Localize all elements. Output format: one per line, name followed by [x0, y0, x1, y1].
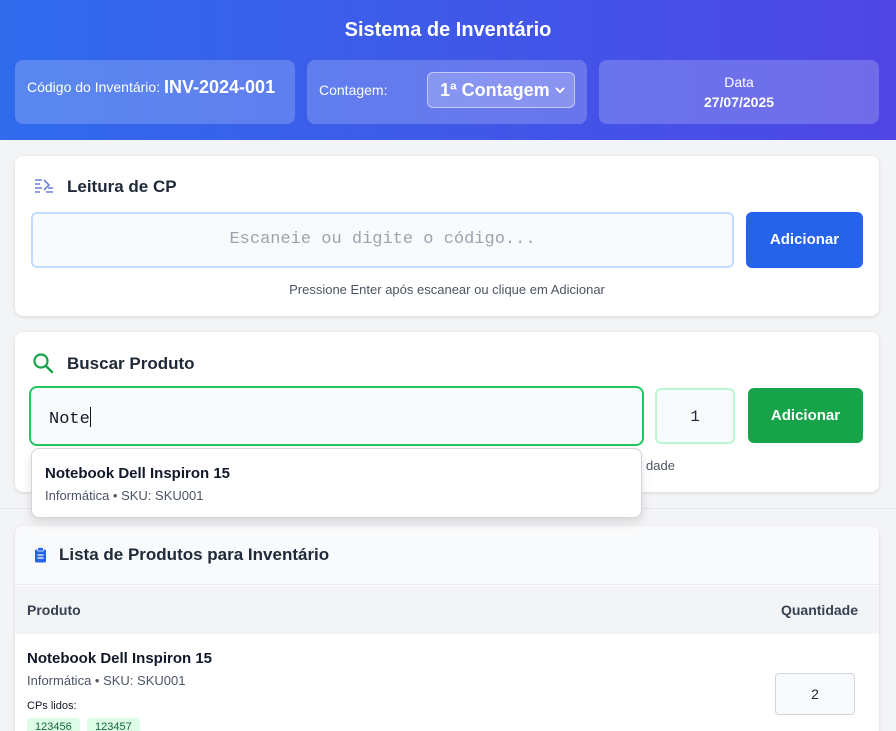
barcode-icon [35, 179, 53, 193]
column-header-quantity: Quantidade [780, 602, 858, 618]
date-card: Data 27/07/2025 [599, 60, 879, 124]
row-product-name: Notebook Dell Inspiron 15 [27, 650, 213, 667]
count-label: Contagem: [319, 82, 388, 98]
inventory-list-title: Lista de Produtos para Inventário [59, 545, 330, 564]
inventory-list-header: Lista de Produtos para Inventário [15, 526, 879, 585]
product-suggestions-dropdown: Notebook Dell Inspiron 15 Informática • … [31, 448, 642, 518]
date-label: Data [724, 74, 754, 90]
cp-tag: 123456 [27, 718, 80, 731]
count-select[interactable]: 1ª Contagem [427, 72, 575, 108]
product-search-input[interactable]: Note [29, 386, 644, 446]
count-card: Contagem: 1ª Contagem [307, 60, 587, 124]
row-quantity-value: 2 [811, 686, 819, 702]
count-select-value: 1ª Contagem [440, 80, 550, 100]
row-quantity-input[interactable]: 2 [775, 673, 855, 715]
cp-code-placeholder: Escaneie ou digite o código... [229, 230, 536, 249]
suggestion-name: Notebook Dell Inspiron 15 [45, 465, 231, 482]
search-icon [33, 353, 54, 374]
product-search-title: Buscar Produto [67, 354, 195, 373]
cp-tag: 123457 [87, 718, 140, 731]
inventory-code-card: Código do Inventário: INV-2024-001 [15, 60, 295, 124]
quantity-value: 1 [690, 408, 700, 426]
cp-code-input[interactable]: Escaneie ou digite o código... [31, 212, 734, 268]
app-header: Sistema de Inventário Código do Inventár… [0, 0, 896, 140]
inventory-code-value: INV-2024-001 [164, 77, 276, 97]
cp-reader-title: Leitura de CP [67, 177, 177, 196]
clipboard-icon [35, 547, 46, 563]
cp-add-button[interactable]: Adicionar [746, 212, 863, 268]
inventory-list-card: Lista de Produtos para Inventário Produt… [15, 526, 879, 731]
cp-reader-card: Leitura de CP Escaneie ou digite o códig… [15, 156, 879, 316]
column-header-product: Produto [27, 602, 81, 618]
quantity-input[interactable]: 1 [655, 388, 735, 444]
product-search-hint: dade [646, 458, 675, 473]
cp-reader-hint: Pressione Enter após escanear ou clique … [289, 282, 605, 297]
suggestion-meta: Informática • SKU: SKU001 [45, 488, 204, 503]
inventory-code-label: Código do Inventário: [27, 79, 161, 95]
table-header: Produto Quantidade [15, 586, 879, 634]
chevron-down-icon [555, 87, 565, 94]
row-product-meta: Informática • SKU: SKU001 [27, 673, 186, 688]
product-search-value: Note [49, 407, 91, 429]
date-value: 27/07/2025 [703, 94, 775, 110]
cps-read-label: CPs lidos: [27, 700, 77, 712]
product-add-button[interactable]: Adicionar [748, 388, 863, 443]
app-title: Sistema de Inventário [344, 19, 552, 41]
